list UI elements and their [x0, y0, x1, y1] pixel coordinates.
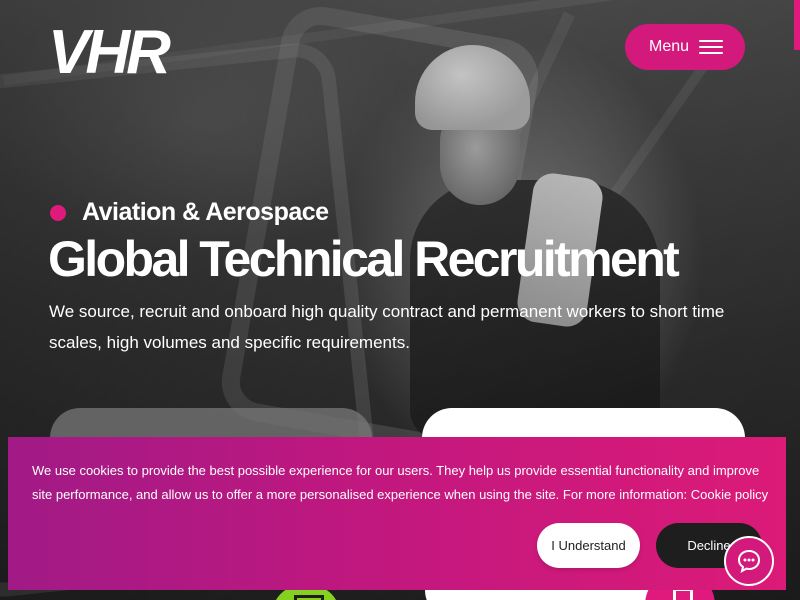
chat-widget-button[interactable] [724, 536, 774, 586]
cookie-message-text: We use cookies to provide the best possi… [32, 463, 760, 502]
cookie-policy-link[interactable]: Cookie policy [691, 487, 768, 502]
menu-label: Menu [649, 38, 690, 55]
bullet-dot-icon [50, 204, 66, 221]
cookie-banner: We use cookies to provide the best possi… [8, 437, 786, 590]
scroll-accent [794, 0, 800, 50]
sector-text: Aviation & Aerospace [82, 198, 329, 226]
page-title: Global Technical Recruitment [48, 231, 680, 287]
hero-intro-text: We source, recruit and onboard high qual… [49, 302, 725, 352]
hamburger-icon [699, 40, 723, 54]
sector-label: Aviation & Aerospace [50, 198, 329, 227]
vhr-logo[interactable]: VHR [48, 22, 171, 84]
chat-bubble-icon [737, 549, 761, 573]
cookie-message: We use cookies to provide the best possi… [32, 459, 772, 507]
menu-button[interactable]: Menu [625, 24, 745, 70]
accept-cookies-button[interactable]: I Understand [537, 523, 640, 568]
